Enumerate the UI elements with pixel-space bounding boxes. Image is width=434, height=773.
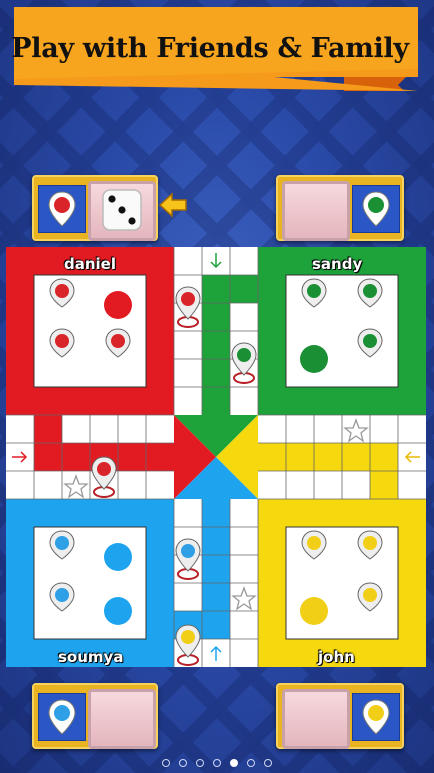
ludo-board[interactable]	[6, 247, 426, 667]
page-dot[interactable]	[195, 759, 204, 767]
dice-box[interactable]	[88, 181, 156, 241]
player-panel-sandy	[276, 175, 404, 241]
player-panel-daniel	[32, 175, 158, 241]
map-pin-icon	[48, 191, 76, 227]
player-name-soumya: soumya	[58, 648, 124, 666]
dice-box[interactable]	[282, 689, 350, 749]
map-pin-icon	[48, 699, 76, 735]
player-pin-box	[38, 693, 86, 741]
player-pin-box	[352, 185, 400, 233]
map-pin-icon	[362, 191, 390, 227]
dice-icon[interactable]	[91, 184, 153, 238]
player-name-sandy: sandy	[312, 255, 363, 273]
player-name-john: john	[318, 648, 355, 666]
player-pin-box	[352, 693, 400, 741]
page-dot-active[interactable]	[230, 759, 239, 767]
page-dot[interactable]	[247, 759, 256, 767]
page-dot[interactable]	[161, 759, 170, 767]
dice-box[interactable]	[88, 689, 156, 749]
arrow-left-icon	[158, 192, 187, 218]
banner-title: Play with Friends & Family	[11, 32, 409, 64]
page-dot[interactable]	[213, 759, 221, 767]
page-dot[interactable]	[264, 759, 273, 767]
map-pin-icon	[362, 699, 390, 735]
dice-box[interactable]	[282, 181, 350, 241]
page-dot[interactable]	[178, 759, 187, 767]
player-name-daniel: daniel	[64, 255, 116, 273]
player-pin-box	[38, 185, 86, 233]
player-panel-soumya	[32, 683, 158, 749]
player-panel-john	[276, 683, 404, 749]
page-indicator	[0, 752, 434, 771]
